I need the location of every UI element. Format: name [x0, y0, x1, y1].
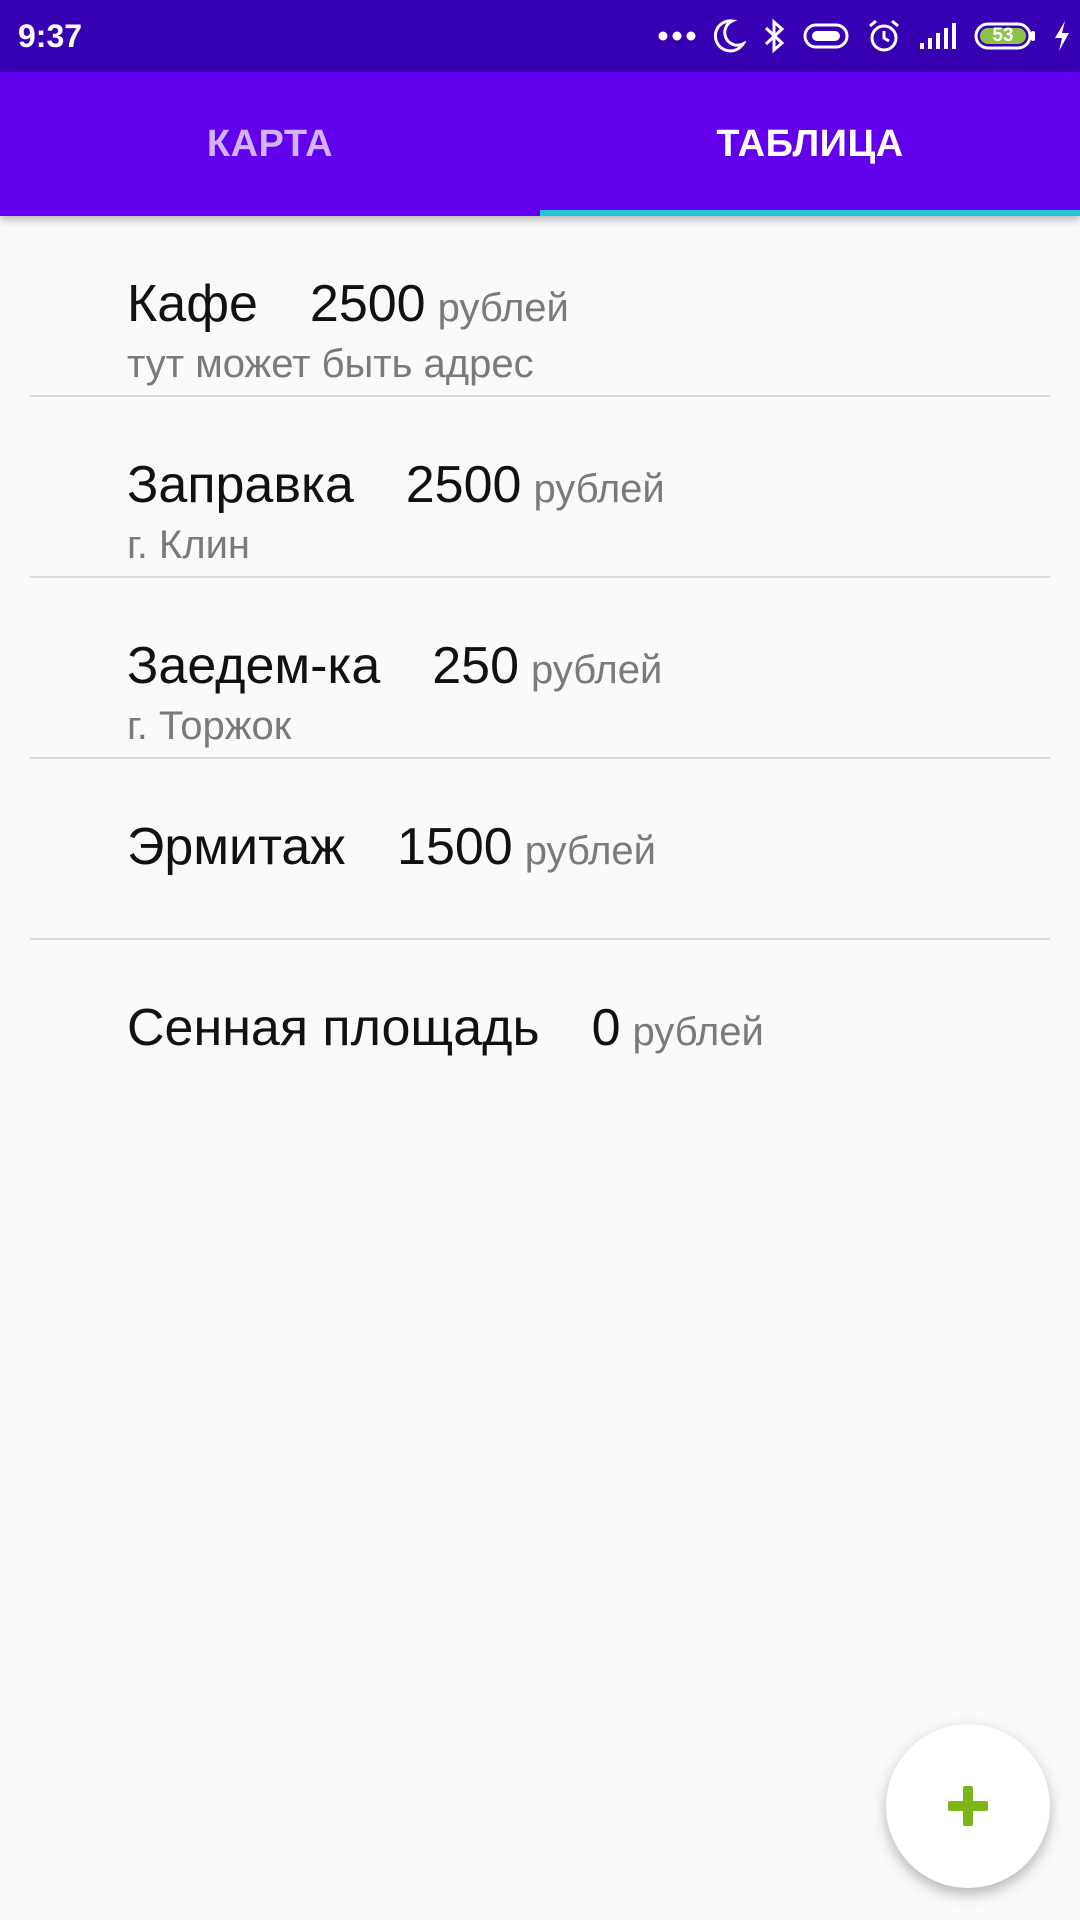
place-address: г. Торжок — [127, 704, 292, 748]
place-address: тут может быть адрес — [127, 342, 534, 386]
price-unit: рублей — [437, 286, 569, 330]
place-price: 0 — [591, 999, 621, 1057]
status-icons: 53 — [658, 14, 1072, 58]
place-name: Эрмитаж — [127, 818, 346, 876]
place-name: Заедем-ка — [127, 637, 381, 695]
list-item[interactable]: Кафе 2500 рублей тут может быть адрес — [0, 216, 1080, 397]
moon-icon — [713, 19, 746, 53]
place-name: Кафе — [127, 275, 258, 333]
battery-level: 53 — [992, 25, 1014, 46]
list-item[interactable]: Сенная площадь 0 рублей — [0, 940, 1080, 1121]
more-dots-icon — [658, 31, 696, 41]
status-time: 9:37 — [18, 18, 83, 54]
charging-icon — [1055, 21, 1069, 51]
vibrate-icon — [803, 23, 849, 49]
price-unit: рублей — [524, 829, 657, 873]
price-unit: рублей — [632, 1010, 764, 1054]
signal-icon — [920, 23, 956, 49]
place-price: 2500 — [405, 456, 522, 514]
list-item[interactable]: Эрмитаж 1500 рублей — [0, 759, 1080, 940]
tab-table[interactable]: ТАБЛИЦА — [540, 72, 1080, 216]
place-price: 1500 — [397, 818, 513, 876]
add-place-button[interactable] — [886, 1724, 1050, 1888]
place-price: 2500 — [309, 275, 426, 333]
plus-icon — [948, 1786, 988, 1826]
alarm-icon — [869, 19, 899, 52]
tab-bar: КАРТА ТАБЛИЦА — [0, 72, 1080, 216]
status-bar: 9:37 53 — [0, 0, 1080, 72]
place-address: г. Клин — [127, 523, 251, 567]
list-item[interactable]: Заправка 2500 рублей г. Клин — [0, 397, 1080, 578]
price-unit: рублей — [531, 648, 663, 692]
place-name: Заправка — [127, 456, 354, 514]
tab-indicator — [540, 210, 1080, 216]
tab-map[interactable]: КАРТА — [0, 72, 540, 216]
price-unit: рублей — [533, 467, 665, 511]
battery-icon: 53 — [974, 21, 1036, 51]
place-price: 250 — [432, 637, 520, 695]
bluetooth-icon — [764, 18, 785, 54]
place-name: Сенная площадь — [127, 999, 540, 1057]
places-list: Кафе 2500 рублей тут может быть адрес За… — [0, 216, 1080, 1121]
list-item[interactable]: Заедем-ка 250 рублей г. Торжок — [0, 578, 1080, 759]
